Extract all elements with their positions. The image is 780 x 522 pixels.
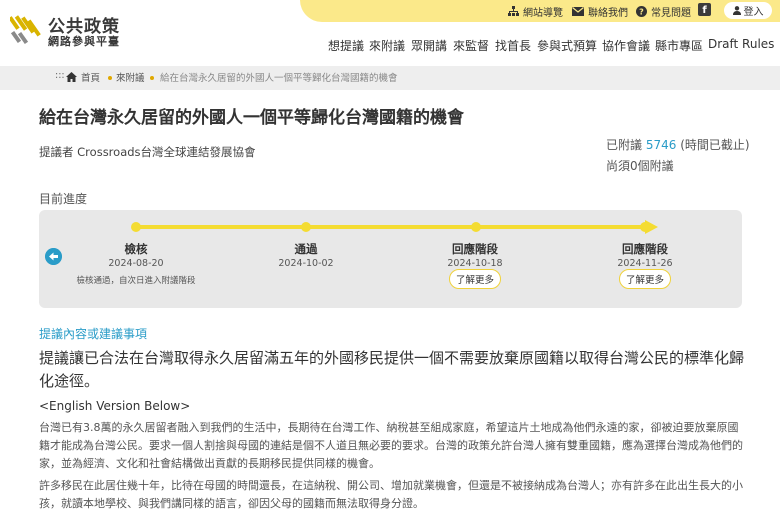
site-header: 公共政策 網路參與平臺 網站導覽 聯絡我們 ? 常見問題 f 登入 想提議 來附… [0, 0, 780, 66]
home-icon [66, 72, 77, 82]
breadcrumb-current: 給在台灣永久居留的外國人一個平等歸化台灣國籍的機會 [160, 73, 398, 84]
step-review-note: 檢核通過，自次日進入附議階段 [76, 276, 196, 286]
nav-discuss[interactable]: 眾開講 [411, 37, 447, 54]
endorsement-count-number: 5746 [645, 138, 677, 152]
nav-endorse[interactable]: 來附議 [369, 37, 405, 54]
nav-monitor[interactable]: 來監督 [453, 37, 489, 54]
logo-icon[interactable] [10, 13, 42, 47]
contact-label: 聯絡我們 [588, 7, 628, 19]
proposer-text: 提議者 Crossroads台灣全球連結發展協會 [39, 145, 256, 159]
step-response2-date: 2024-11-26 [617, 258, 673, 269]
step-response1-name: 回應階段 [452, 242, 498, 256]
facebook-icon[interactable]: f [698, 3, 711, 16]
contact-link[interactable]: 聯絡我們 [572, 3, 628, 19]
page-title: 給在台灣永久居留的外國人一個平等歸化台灣國籍的機會 [39, 108, 464, 128]
endorsement-count-prefix: 已附議 [606, 138, 643, 152]
breadcrumb-separator [108, 76, 112, 80]
login-label: 登入 [743, 7, 764, 18]
breadcrumb-home-label: 首頁 [81, 73, 101, 84]
step-pass-name: 通過 [294, 242, 318, 256]
sitemap-link[interactable]: 網站導覽 [508, 3, 563, 19]
faq-label: 常見問題 [651, 7, 691, 19]
login-button[interactable]: 登入 [724, 2, 772, 19]
question-icon: ? [636, 5, 647, 17]
step-review-date: 2024-08-20 [108, 258, 164, 269]
proposal-summary: 提議讓已合法在台灣取得永久居留滿五年的外國移民提供一個不需要放棄原國籍以取得台灣… [39, 349, 745, 390]
progress-dot [131, 222, 141, 232]
step-pass-date: 2024-10-02 [278, 258, 334, 269]
endorsement-count-suffix: (時間已截止) [680, 138, 750, 152]
endorsement-count: 已附議 5746 (時間已截止) [606, 136, 750, 153]
nav-budget[interactable]: 參與式預算 [537, 37, 597, 54]
proposal-paragraph: 許多移民在此居住幾十年，比待在母國的時間還長，在這納稅、開公司、增加就業機會，但… [39, 479, 743, 510]
prev-arrow-icon[interactable] [45, 248, 62, 265]
step-review-name: 檢核 [124, 242, 148, 256]
progress-dot [640, 222, 650, 232]
section-heading-content[interactable]: 提議內容或建議事項 [39, 325, 147, 342]
mail-icon [572, 6, 584, 16]
svg-text:?: ? [639, 7, 644, 16]
learn-more-button[interactable]: 了解更多 [619, 269, 671, 289]
nav-county[interactable]: 縣市專區 [655, 37, 703, 54]
breadcrumb-separator [150, 76, 154, 80]
nav-draft-rules[interactable]: Draft Rules [708, 37, 774, 51]
nav-officials[interactable]: 找首長 [495, 37, 531, 54]
nav-propose[interactable]: 想提議 [328, 37, 364, 54]
faq-link[interactable]: ? 常見問題 [636, 3, 691, 19]
breadcrumb-endorse[interactable]: 來附議 [116, 70, 145, 84]
progress-track [133, 225, 647, 229]
progress-dot [301, 222, 311, 232]
step-response2-name: 回應階段 [622, 242, 668, 256]
breadcrumb-home[interactable]: 首頁 [66, 70, 100, 84]
progress-dot [471, 222, 481, 232]
user-icon [732, 6, 741, 15]
site-subtitle[interactable]: 網路參與平臺 [48, 33, 120, 49]
nav-collab[interactable]: 協作會議 [602, 37, 650, 54]
english-version-note: <English Version Below> [39, 399, 191, 413]
endorsements-needed: 尚須0個附議 [606, 159, 674, 173]
step-response1-date: 2024-10-18 [447, 258, 503, 269]
breadcrumb-accesskey[interactable]: ::: [55, 70, 65, 81]
progress-heading: 目前進度 [39, 192, 88, 206]
sitemap-icon [508, 6, 519, 16]
sitemap-label: 網站導覽 [523, 7, 563, 19]
learn-more-button[interactable]: 了解更多 [449, 269, 501, 289]
proposal-paragraph: 台灣已有3.8萬的永久居留者融入到我們的生活中，長期待在台灣工作、納稅甚至組成家… [39, 421, 743, 470]
